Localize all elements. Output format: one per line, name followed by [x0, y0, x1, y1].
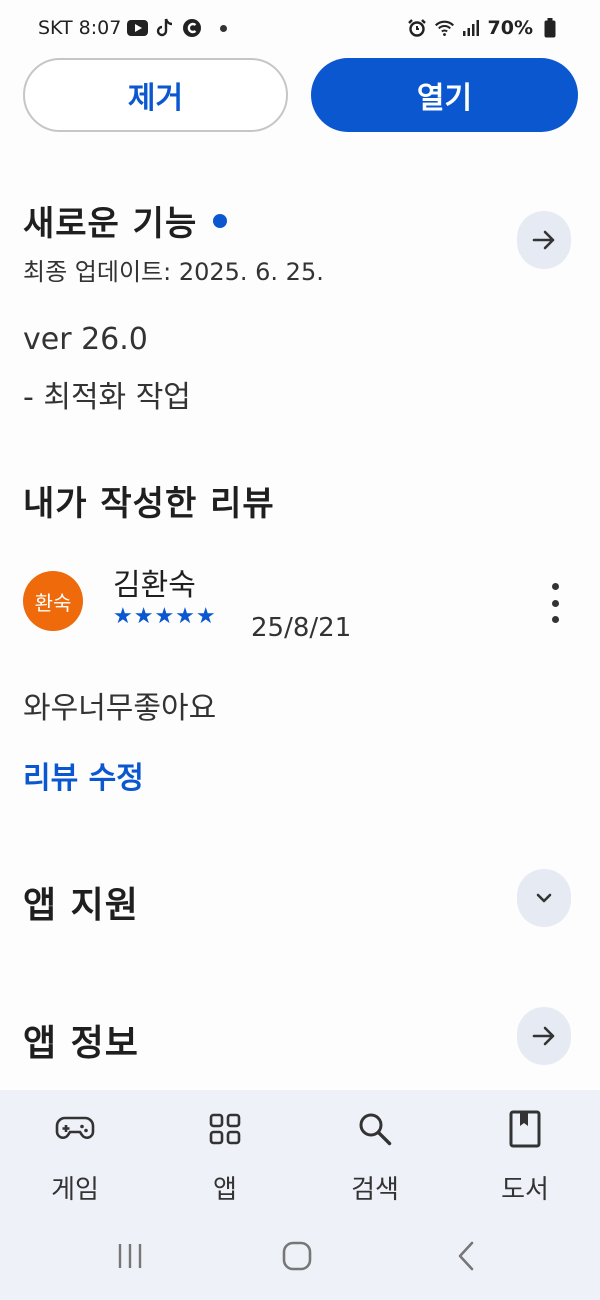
star-rating: ★★★★★	[113, 604, 217, 629]
edit-review-link[interactable]: 리뷰 수정	[23, 753, 144, 797]
nav-item-apps[interactable]: 앱	[175, 1105, 275, 1206]
nav-label-games: 게임	[51, 1175, 99, 1205]
nav-item-books[interactable]: 도서	[475, 1105, 575, 1206]
version-text: ver 26.0	[23, 322, 148, 357]
app-support-heading[interactable]: 앱 지원	[23, 876, 139, 928]
home-button[interactable]	[275, 1234, 319, 1278]
more-notifications-dot-icon	[220, 24, 228, 32]
remove-button[interactable]: 제거	[23, 58, 288, 132]
c-app-notification-icon	[181, 18, 202, 39]
nav-label-apps: 앱	[213, 1175, 237, 1205]
signal-icon	[461, 18, 482, 39]
reviewer-name: 김환숙	[113, 568, 196, 603]
tiktok-notification-icon	[154, 18, 175, 39]
youtube-notification-icon	[127, 18, 149, 39]
back-chevron-icon	[458, 1241, 474, 1271]
last-updated-date: 최종 업데이트: 2025. 6. 25.	[23, 258, 324, 286]
app-support-expand-button[interactable]	[517, 869, 571, 927]
apps-grid-icon	[208, 1105, 242, 1153]
more-vert-icon-dot	[551, 583, 559, 590]
recent-apps-button[interactable]	[108, 1234, 152, 1278]
nav-label-books: 도서	[501, 1175, 549, 1205]
whats-new-heading[interactable]: 새로운 기능	[23, 196, 228, 245]
review-date: 25/8/21	[251, 613, 352, 643]
app-info-arrow-button[interactable]	[517, 1007, 571, 1065]
search-icon	[357, 1105, 393, 1153]
open-button[interactable]: 열기	[311, 58, 578, 132]
arrow-right-icon	[532, 1026, 555, 1046]
nav-item-search[interactable]: 검색	[325, 1105, 425, 1206]
whats-new-title: 새로운 기능	[23, 204, 198, 244]
clock: 8:07	[78, 17, 122, 39]
review-text: 와우너무좋아요	[23, 691, 217, 726]
battery-percent: 70%	[487, 17, 533, 39]
review-more-options-button[interactable]	[540, 583, 570, 623]
back-button[interactable]	[444, 1234, 488, 1278]
wifi-icon	[434, 18, 455, 39]
avatar: 환숙	[23, 571, 83, 631]
arrow-right-icon	[532, 230, 555, 250]
gamepad-icon	[55, 1105, 95, 1153]
status-bar: SKT 8:07 70%	[0, 0, 600, 58]
battery-icon	[539, 18, 560, 39]
nav-label-search: 검색	[351, 1175, 399, 1205]
my-review-heading: 내가 작성한 리뷰	[23, 484, 275, 524]
nav-item-games[interactable]: 게임	[25, 1105, 125, 1206]
home-icon	[282, 1241, 312, 1271]
carrier-label: SKT	[38, 17, 73, 39]
recent-apps-icon	[118, 1244, 142, 1268]
new-indicator-dot	[213, 213, 228, 228]
more-vert-icon-dot	[551, 616, 559, 623]
chevron-down-icon	[536, 893, 552, 903]
alarm-icon	[407, 18, 428, 39]
more-vert-icon-dot	[551, 599, 559, 607]
status-bar-left: SKT 8:07	[38, 17, 228, 39]
app-info-heading[interactable]: 앱 정보	[23, 1014, 139, 1066]
whats-new-arrow-button[interactable]	[517, 211, 571, 269]
release-notes: - 최적화 작업	[23, 380, 191, 415]
status-bar-right: 70%	[407, 17, 560, 39]
book-icon	[509, 1105, 541, 1153]
